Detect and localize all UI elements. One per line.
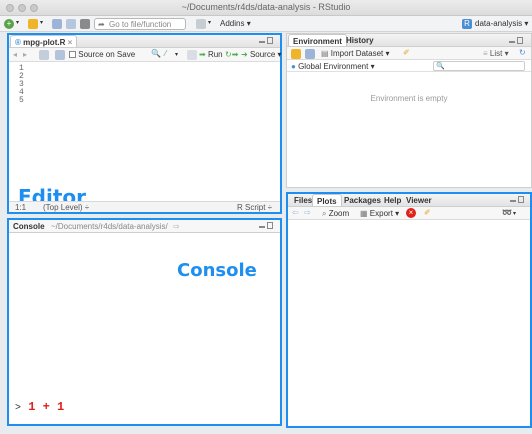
- list-view-button[interactable]: ≡ List ▾: [483, 49, 509, 58]
- main-toolbar: + ▾ ▾ ➦ Go to file/function ▾ Addins ▾ R…: [0, 16, 532, 32]
- load-workspace-icon[interactable]: [291, 49, 301, 59]
- show-in-window-icon[interactable]: [39, 50, 49, 60]
- console-tab[interactable]: Console: [13, 222, 45, 231]
- save-all-icon[interactable]: [66, 19, 76, 29]
- cursor-position: 1:1: [15, 203, 27, 212]
- arrow-right-icon: ➦: [98, 20, 105, 29]
- tab-packages[interactable]: Packages: [340, 194, 385, 206]
- pane-minmax-icon[interactable]: [259, 222, 273, 230]
- clear-broom-icon[interactable]: ✐: [403, 48, 410, 57]
- environment-scope-bar: ● Global Environment ▾ 🔍: [287, 60, 531, 72]
- console-path: ~/Documents/r4ds/data-analysis/: [51, 222, 168, 231]
- line-number: 5: [19, 96, 24, 105]
- chevron-down-icon[interactable]: ▾: [513, 210, 516, 217]
- back-arrow-icon[interactable]: ◂: [13, 50, 17, 59]
- plots-toolbar: ⇦ ⇨ ⌕ Zoom ▦ Export ▾ × ✐ ➿ ▾: [288, 207, 530, 220]
- console-tabstrip: Console ~/Documents/r4ds/data-analysis/ …: [9, 220, 280, 233]
- environment-tabstrip: Environment History: [287, 34, 531, 47]
- go-to-directory-icon[interactable]: ⇨: [173, 222, 180, 231]
- project-icon: R: [462, 19, 472, 29]
- pane-layout-icon[interactable]: [196, 19, 206, 29]
- wand-icon[interactable]: ⁄: [165, 49, 166, 58]
- files-tabstrip: Files Plots Packages Help Viewer: [288, 194, 530, 207]
- addins-menu[interactable]: Addins ▾: [220, 19, 251, 28]
- chevron-down-icon[interactable]: ▾: [208, 19, 211, 26]
- save-icon[interactable]: [55, 50, 65, 60]
- editor-tabstrip: ® mpg-plot.R ×: [9, 35, 280, 48]
- source-button[interactable]: ➜ Source ▾: [241, 50, 282, 59]
- console-input[interactable]: > 1 + 1: [15, 400, 64, 414]
- export-button[interactable]: ▦ Export ▾: [360, 209, 399, 218]
- chevron-down-icon[interactable]: ▾: [175, 51, 178, 58]
- file-type-selector[interactable]: R Script ÷: [237, 203, 272, 212]
- source-on-save-checkbox[interactable]: Source on Save: [69, 50, 135, 59]
- import-dataset-button[interactable]: ▤ Import Dataset ▾: [321, 49, 390, 58]
- tab-viewer[interactable]: Viewer: [402, 194, 436, 206]
- tab-environment[interactable]: Environment: [288, 34, 347, 46]
- rerun-icon[interactable]: ↻➡: [225, 50, 238, 59]
- next-plot-icon[interactable]: ⇨: [304, 208, 311, 217]
- zoom-button[interactable]: ⌕ Zoom: [322, 209, 349, 219]
- console-prompt: >: [15, 403, 22, 414]
- close-icon[interactable]: ×: [68, 38, 73, 47]
- goto-file-input[interactable]: ➦ Go to file/function: [94, 18, 186, 30]
- environment-search-input[interactable]: 🔍: [433, 61, 525, 71]
- editor-toolbar: ◂ ▸ Source on Save 🔍 ⁄ ▾ ➡ Run ↻➡ ➜ Sour…: [9, 48, 282, 62]
- editor-pane: ® mpg-plot.R × ◂ ▸ Source on Save 🔍 ⁄ ▾ …: [7, 33, 282, 214]
- tab-plots[interactable]: Plots: [312, 194, 342, 206]
- code-editor[interactable]: [45, 62, 280, 202]
- previous-plot-icon[interactable]: ⇦: [292, 208, 299, 217]
- tab-mpg-plot[interactable]: ® mpg-plot.R ×: [10, 35, 78, 47]
- console-command: 1 + 1: [28, 400, 65, 414]
- pane-minmax-icon[interactable]: [259, 37, 273, 45]
- publish-icon[interactable]: ➿: [502, 208, 512, 217]
- project-menu[interactable]: data-analysis ▾: [475, 19, 528, 28]
- remove-plot-icon[interactable]: ×: [406, 208, 416, 218]
- compile-icon[interactable]: [187, 50, 197, 60]
- search-icon: 🔍: [436, 63, 445, 70]
- title-bar: ~/Documents/r4ds/data-analysis - RStudio: [0, 0, 532, 16]
- clear-broom-icon[interactable]: ✐: [424, 208, 431, 217]
- forward-arrow-icon[interactable]: ▸: [23, 50, 27, 59]
- window-title: ~/Documents/r4ds/data-analysis - RStudio: [181, 2, 351, 12]
- open-file-icon[interactable]: [28, 19, 38, 29]
- run-button[interactable]: ➡ Run: [199, 50, 223, 59]
- environment-empty-message: Environment is empty: [370, 94, 448, 103]
- save-workspace-icon[interactable]: [305, 49, 315, 59]
- console-pane: Console ~/Documents/r4ds/data-analysis/ …: [7, 218, 282, 426]
- scope-selector[interactable]: (Top Level) ÷: [43, 203, 89, 212]
- chevron-down-icon[interactable]: ▾: [40, 19, 43, 26]
- environment-pane: Environment History ▤ Import Dataset ▾ ✐…: [286, 33, 532, 188]
- print-icon[interactable]: [80, 19, 90, 29]
- global-env-selector[interactable]: ● Global Environment ▾: [291, 62, 375, 71]
- save-icon[interactable]: [52, 19, 62, 29]
- console-overlay-label: Console: [177, 260, 257, 281]
- r-file-icon: ®: [15, 38, 21, 47]
- pane-minmax-icon[interactable]: [509, 37, 523, 45]
- tab-history[interactable]: History: [342, 34, 378, 46]
- environment-toolbar: ▤ Import Dataset ▾ ✐ ≡ List ▾ ↻: [287, 47, 531, 60]
- editor-status-bar: 1:1 (Top Level) ÷ R Script ÷: [9, 201, 280, 212]
- plot-viewport: [288, 220, 530, 426]
- search-icon[interactable]: 🔍: [151, 49, 161, 58]
- new-project-icon[interactable]: +: [4, 19, 14, 29]
- pane-minmax-icon[interactable]: [510, 196, 524, 204]
- line-number-gutter: 1 2 3 4 5: [19, 65, 39, 105]
- refresh-icon[interactable]: ↻: [519, 48, 526, 57]
- chevron-down-icon[interactable]: ▾: [16, 19, 19, 26]
- files-pane: Files Plots Packages Help Viewer ⇦ ⇨ ⌕ Z…: [286, 192, 532, 428]
